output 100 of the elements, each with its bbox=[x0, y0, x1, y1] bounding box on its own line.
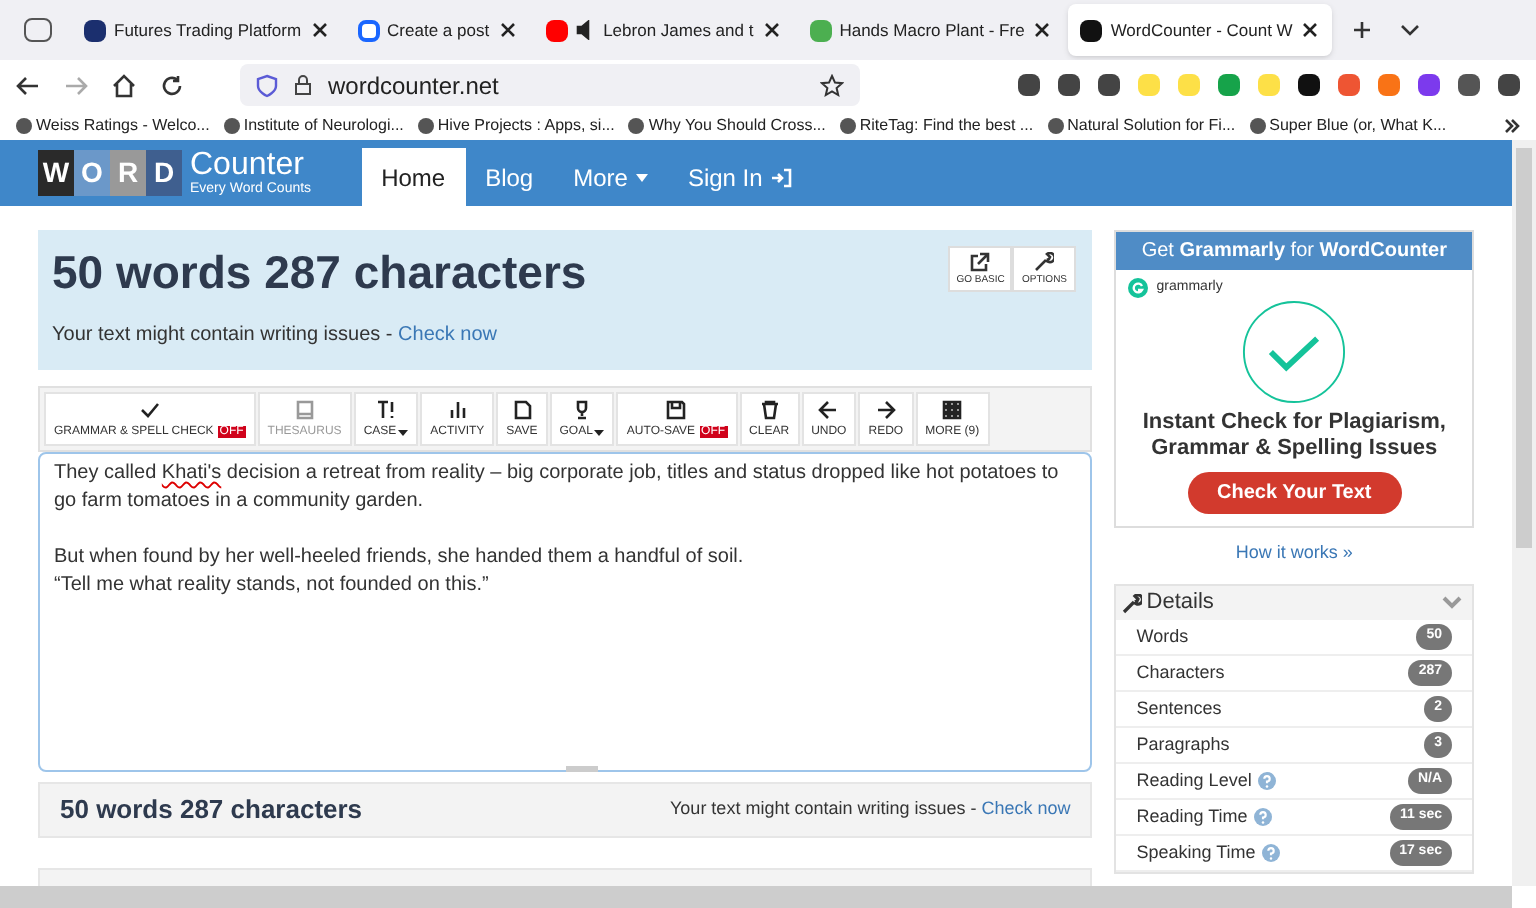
check-circle-icon bbox=[1242, 299, 1347, 403]
trophy-icon bbox=[572, 400, 593, 420]
bookmark-link[interactable]: Why You Should Cross... bbox=[648, 113, 826, 137]
tab-title: WordCounter - Count W bbox=[1110, 17, 1293, 43]
star-icon[interactable] bbox=[820, 73, 844, 97]
detail-label: Paragraphs bbox=[1136, 731, 1230, 758]
extension-icon[interactable] bbox=[1018, 74, 1040, 96]
detail-label: Characters bbox=[1136, 659, 1225, 686]
summary-title: 50 words 287 characters bbox=[52, 244, 587, 302]
nav-link[interactable]: Sign In bbox=[667, 148, 813, 206]
sign-in-icon bbox=[770, 167, 793, 187]
footer-title: 50 words 287 characters bbox=[60, 792, 363, 829]
chevron-down-icon[interactable] bbox=[1400, 20, 1421, 40]
logo-letter: R bbox=[110, 150, 146, 196]
nav-link[interactable]: Home bbox=[361, 148, 466, 206]
shield-icon bbox=[256, 73, 278, 97]
close-icon[interactable] bbox=[497, 20, 518, 40]
reload-icon[interactable] bbox=[160, 73, 184, 97]
close-icon[interactable] bbox=[1032, 20, 1053, 40]
check-text-button[interactable]: Check Your Text bbox=[1187, 471, 1402, 513]
check-icon bbox=[139, 400, 160, 420]
tab-title: Create a post bbox=[387, 17, 490, 43]
logo-letter: W bbox=[38, 150, 74, 196]
favicon-icon bbox=[357, 19, 380, 41]
plus-icon[interactable] bbox=[1352, 20, 1373, 40]
writing-notice: Your text might contain writing issues - Check now bbox=[670, 796, 1071, 823]
resize-handle[interactable] bbox=[565, 766, 598, 772]
bookmark-link[interactable]: Natural Solution for Fi... bbox=[1067, 113, 1236, 137]
tab-title: Lebron James and t bbox=[603, 17, 754, 43]
detail-label: Reading Level bbox=[1136, 767, 1252, 794]
trash-icon bbox=[759, 400, 780, 420]
ad-header: Get Grammarly for WordCounter bbox=[1116, 232, 1472, 270]
tab-title: Futures Trading Platform bbox=[114, 17, 302, 43]
bookmark-link[interactable]: RiteTag: Find the best ... bbox=[859, 113, 1034, 137]
bookmark-link[interactable]: Weiss Ratings - Welco... bbox=[36, 113, 210, 137]
logo-letter: O bbox=[74, 150, 110, 196]
tab-overview-icon[interactable] bbox=[24, 18, 52, 42]
nav-link[interactable]: Blog bbox=[465, 148, 554, 206]
arrow-left-icon bbox=[818, 400, 839, 420]
document-icon bbox=[511, 400, 532, 420]
ad-headline: Instant Check for Plagiarism, Grammar & Spelling Issues bbox=[1140, 409, 1448, 461]
bookmark-favicon-icon bbox=[1047, 117, 1064, 133]
back-icon[interactable] bbox=[16, 75, 40, 95]
logo-letter: D bbox=[146, 150, 182, 196]
wrench-icon bbox=[1122, 593, 1143, 613]
bookmark-favicon-icon bbox=[839, 117, 856, 133]
text-paragraph: They called Khati's decision a retreat from reality – big corporate job, titles and status dropped like hot potatoes to go farm tomatoes in a community garden. bbox=[54, 460, 1061, 516]
lock-icon bbox=[294, 74, 312, 96]
browser-tab[interactable]: Hands Macro Plant - Fre bbox=[797, 4, 1065, 56]
bookmark-favicon-icon bbox=[417, 117, 434, 133]
detail-label: Reading Time bbox=[1136, 803, 1248, 830]
detail-label: Sentences bbox=[1136, 695, 1222, 722]
how-it-works-link[interactable]: How it works » bbox=[1114, 539, 1474, 566]
book-icon bbox=[294, 400, 315, 420]
grammarly-logo-icon bbox=[1128, 278, 1149, 299]
extension-icon[interactable] bbox=[1458, 74, 1480, 96]
vertical-scrollbar[interactable] bbox=[1512, 140, 1536, 886]
writing-notice: Your text might contain writing issues - Check now bbox=[52, 322, 498, 350]
check-now-link[interactable]: Check now bbox=[981, 798, 1071, 819]
favicon-icon bbox=[809, 19, 832, 41]
nav-link[interactable]: More bbox=[553, 148, 668, 206]
chevron-right-icon[interactable] bbox=[1504, 117, 1520, 133]
browser-tab[interactable]: Futures Trading Platform bbox=[72, 4, 342, 56]
browser-tab[interactable]: Lebron James and t bbox=[533, 4, 794, 56]
detail-label: Speaking Time bbox=[1136, 839, 1256, 866]
tab-title: Hands Macro Plant - Fre bbox=[839, 17, 1025, 43]
browser-tab[interactable]: Create a post bbox=[345, 4, 530, 56]
wrench-icon bbox=[1034, 252, 1055, 272]
text-paragraph: “Tell me what reality stands, not founded on this.” bbox=[54, 572, 491, 600]
favicon-icon bbox=[1080, 19, 1103, 41]
text-case-icon bbox=[375, 400, 396, 420]
close-icon[interactable] bbox=[761, 20, 782, 40]
extension-icon[interactable] bbox=[1098, 74, 1120, 96]
bookmark-link[interactable]: Super Blue (or, What K... bbox=[1269, 113, 1447, 137]
bookmark-favicon-icon bbox=[628, 117, 645, 133]
text-paragraph: But when found by her well-heeled friends, she handed them a handful of soil. bbox=[54, 544, 746, 572]
caret-icon bbox=[635, 173, 648, 181]
address-bar[interactable]: wordcounter.net bbox=[240, 64, 860, 106]
extension-icon[interactable] bbox=[1498, 74, 1520, 96]
bar-chart-icon bbox=[447, 400, 468, 420]
text-editor[interactable] bbox=[38, 452, 1093, 772]
bookmark-link[interactable]: Institute of Neurologi... bbox=[243, 113, 404, 137]
horizontal-scrollbar[interactable] bbox=[0, 886, 1512, 908]
home-icon[interactable] bbox=[112, 73, 136, 97]
bookmark-favicon-icon bbox=[223, 117, 240, 133]
bookmark-link[interactable]: Hive Projects : Apps, si... bbox=[437, 113, 615, 137]
close-icon[interactable] bbox=[309, 20, 330, 40]
favicon-icon bbox=[545, 19, 568, 41]
extension-icon[interactable] bbox=[1298, 74, 1320, 96]
favicon-icon bbox=[84, 19, 106, 41]
extension-icon[interactable] bbox=[1058, 74, 1080, 96]
detail-label: Words bbox=[1136, 623, 1189, 650]
check-now-link[interactable]: Check now bbox=[398, 324, 498, 346]
external-link-icon bbox=[970, 252, 991, 272]
bookmark-favicon-icon bbox=[16, 117, 32, 133]
browser-tab[interactable]: WordCounter - Count W bbox=[1068, 4, 1333, 56]
details-title: Details bbox=[1146, 588, 1214, 619]
close-icon[interactable] bbox=[1300, 20, 1321, 40]
grid-icon bbox=[942, 400, 963, 420]
arrow-right-icon bbox=[875, 400, 896, 420]
